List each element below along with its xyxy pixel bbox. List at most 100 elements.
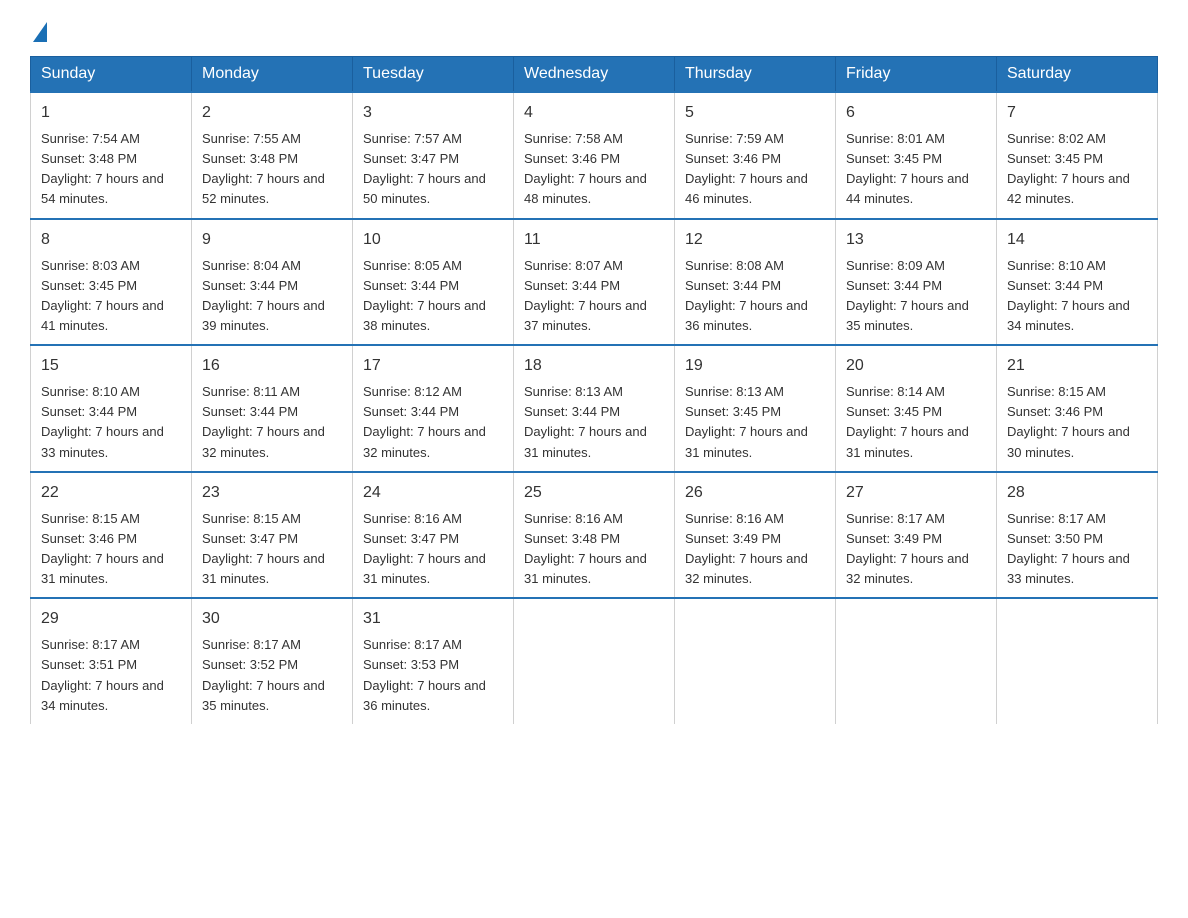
calendar-cell: 8 Sunrise: 8:03 AMSunset: 3:45 PMDayligh… xyxy=(31,219,192,346)
day-number: 15 xyxy=(41,354,181,378)
calendar-cell: 24 Sunrise: 8:16 AMSunset: 3:47 PMDaylig… xyxy=(353,472,514,599)
calendar-cell: 9 Sunrise: 8:04 AMSunset: 3:44 PMDayligh… xyxy=(192,219,353,346)
calendar-cell: 11 Sunrise: 8:07 AMSunset: 3:44 PMDaylig… xyxy=(514,219,675,346)
day-number: 16 xyxy=(202,354,342,378)
day-info: Sunrise: 8:14 AMSunset: 3:45 PMDaylight:… xyxy=(846,384,969,459)
day-number: 14 xyxy=(1007,228,1147,252)
calendar-cell: 22 Sunrise: 8:15 AMSunset: 3:46 PMDaylig… xyxy=(31,472,192,599)
calendar-cell: 7 Sunrise: 8:02 AMSunset: 3:45 PMDayligh… xyxy=(997,92,1158,219)
week-row-1: 1 Sunrise: 7:54 AMSunset: 3:48 PMDayligh… xyxy=(31,92,1158,219)
calendar-cell: 27 Sunrise: 8:17 AMSunset: 3:49 PMDaylig… xyxy=(836,472,997,599)
day-info: Sunrise: 7:54 AMSunset: 3:48 PMDaylight:… xyxy=(41,131,164,206)
header-sunday: Sunday xyxy=(31,57,192,93)
day-info: Sunrise: 7:58 AMSunset: 3:46 PMDaylight:… xyxy=(524,131,647,206)
day-info: Sunrise: 8:15 AMSunset: 3:46 PMDaylight:… xyxy=(1007,384,1130,459)
page-header xyxy=(30,20,1158,40)
day-number: 27 xyxy=(846,481,986,505)
header-wednesday: Wednesday xyxy=(514,57,675,93)
day-number: 19 xyxy=(685,354,825,378)
calendar-cell: 6 Sunrise: 8:01 AMSunset: 3:45 PMDayligh… xyxy=(836,92,997,219)
day-info: Sunrise: 8:16 AMSunset: 3:49 PMDaylight:… xyxy=(685,511,808,586)
calendar-cell: 26 Sunrise: 8:16 AMSunset: 3:49 PMDaylig… xyxy=(675,472,836,599)
header-tuesday: Tuesday xyxy=(353,57,514,93)
day-info: Sunrise: 8:15 AMSunset: 3:47 PMDaylight:… xyxy=(202,511,325,586)
day-info: Sunrise: 8:04 AMSunset: 3:44 PMDaylight:… xyxy=(202,258,325,333)
day-info: Sunrise: 8:15 AMSunset: 3:46 PMDaylight:… xyxy=(41,511,164,586)
day-info: Sunrise: 8:17 AMSunset: 3:51 PMDaylight:… xyxy=(41,637,164,712)
day-number: 13 xyxy=(846,228,986,252)
calendar-cell: 28 Sunrise: 8:17 AMSunset: 3:50 PMDaylig… xyxy=(997,472,1158,599)
day-info: Sunrise: 8:12 AMSunset: 3:44 PMDaylight:… xyxy=(363,384,486,459)
calendar-cell: 15 Sunrise: 8:10 AMSunset: 3:44 PMDaylig… xyxy=(31,345,192,472)
day-number: 20 xyxy=(846,354,986,378)
day-number: 4 xyxy=(524,101,664,125)
calendar-cell: 4 Sunrise: 7:58 AMSunset: 3:46 PMDayligh… xyxy=(514,92,675,219)
calendar-cell: 3 Sunrise: 7:57 AMSunset: 3:47 PMDayligh… xyxy=(353,92,514,219)
calendar-cell: 17 Sunrise: 8:12 AMSunset: 3:44 PMDaylig… xyxy=(353,345,514,472)
week-row-5: 29 Sunrise: 8:17 AMSunset: 3:51 PMDaylig… xyxy=(31,598,1158,724)
week-row-3: 15 Sunrise: 8:10 AMSunset: 3:44 PMDaylig… xyxy=(31,345,1158,472)
calendar-cell: 18 Sunrise: 8:13 AMSunset: 3:44 PMDaylig… xyxy=(514,345,675,472)
header-saturday: Saturday xyxy=(997,57,1158,93)
calendar-cell: 21 Sunrise: 8:15 AMSunset: 3:46 PMDaylig… xyxy=(997,345,1158,472)
calendar-cell xyxy=(997,598,1158,724)
day-info: Sunrise: 8:17 AMSunset: 3:53 PMDaylight:… xyxy=(363,637,486,712)
calendar-cell: 12 Sunrise: 8:08 AMSunset: 3:44 PMDaylig… xyxy=(675,219,836,346)
day-info: Sunrise: 8:07 AMSunset: 3:44 PMDaylight:… xyxy=(524,258,647,333)
day-info: Sunrise: 8:08 AMSunset: 3:44 PMDaylight:… xyxy=(685,258,808,333)
day-info: Sunrise: 8:02 AMSunset: 3:45 PMDaylight:… xyxy=(1007,131,1130,206)
calendar-cell: 31 Sunrise: 8:17 AMSunset: 3:53 PMDaylig… xyxy=(353,598,514,724)
calendar-cell: 20 Sunrise: 8:14 AMSunset: 3:45 PMDaylig… xyxy=(836,345,997,472)
header-monday: Monday xyxy=(192,57,353,93)
day-info: Sunrise: 8:17 AMSunset: 3:52 PMDaylight:… xyxy=(202,637,325,712)
day-info: Sunrise: 8:05 AMSunset: 3:44 PMDaylight:… xyxy=(363,258,486,333)
day-number: 10 xyxy=(363,228,503,252)
day-number: 18 xyxy=(524,354,664,378)
calendar-cell: 30 Sunrise: 8:17 AMSunset: 3:52 PMDaylig… xyxy=(192,598,353,724)
day-number: 26 xyxy=(685,481,825,505)
calendar-cell: 1 Sunrise: 7:54 AMSunset: 3:48 PMDayligh… xyxy=(31,92,192,219)
calendar-cell xyxy=(514,598,675,724)
day-info: Sunrise: 7:55 AMSunset: 3:48 PMDaylight:… xyxy=(202,131,325,206)
day-number: 11 xyxy=(524,228,664,252)
day-info: Sunrise: 8:09 AMSunset: 3:44 PMDaylight:… xyxy=(846,258,969,333)
day-info: Sunrise: 7:59 AMSunset: 3:46 PMDaylight:… xyxy=(685,131,808,206)
calendar-header-row: SundayMondayTuesdayWednesdayThursdayFrid… xyxy=(31,57,1158,93)
calendar-cell: 16 Sunrise: 8:11 AMSunset: 3:44 PMDaylig… xyxy=(192,345,353,472)
day-number: 22 xyxy=(41,481,181,505)
day-number: 28 xyxy=(1007,481,1147,505)
calendar-cell xyxy=(836,598,997,724)
day-number: 6 xyxy=(846,101,986,125)
day-info: Sunrise: 8:13 AMSunset: 3:44 PMDaylight:… xyxy=(524,384,647,459)
calendar-cell: 14 Sunrise: 8:10 AMSunset: 3:44 PMDaylig… xyxy=(997,219,1158,346)
day-number: 31 xyxy=(363,607,503,631)
header-friday: Friday xyxy=(836,57,997,93)
calendar-cell xyxy=(675,598,836,724)
day-number: 23 xyxy=(202,481,342,505)
calendar-cell: 10 Sunrise: 8:05 AMSunset: 3:44 PMDaylig… xyxy=(353,219,514,346)
day-info: Sunrise: 8:13 AMSunset: 3:45 PMDaylight:… xyxy=(685,384,808,459)
week-row-2: 8 Sunrise: 8:03 AMSunset: 3:45 PMDayligh… xyxy=(31,219,1158,346)
day-info: Sunrise: 8:11 AMSunset: 3:44 PMDaylight:… xyxy=(202,384,325,459)
day-info: Sunrise: 8:01 AMSunset: 3:45 PMDaylight:… xyxy=(846,131,969,206)
day-number: 8 xyxy=(41,228,181,252)
day-info: Sunrise: 8:17 AMSunset: 3:50 PMDaylight:… xyxy=(1007,511,1130,586)
day-number: 5 xyxy=(685,101,825,125)
day-info: Sunrise: 8:17 AMSunset: 3:49 PMDaylight:… xyxy=(846,511,969,586)
day-number: 7 xyxy=(1007,101,1147,125)
calendar-cell: 13 Sunrise: 8:09 AMSunset: 3:44 PMDaylig… xyxy=(836,219,997,346)
day-number: 30 xyxy=(202,607,342,631)
day-number: 12 xyxy=(685,228,825,252)
day-number: 1 xyxy=(41,101,181,125)
logo-triangle-icon xyxy=(33,22,47,42)
day-number: 9 xyxy=(202,228,342,252)
day-info: Sunrise: 8:10 AMSunset: 3:44 PMDaylight:… xyxy=(1007,258,1130,333)
calendar-cell: 23 Sunrise: 8:15 AMSunset: 3:47 PMDaylig… xyxy=(192,472,353,599)
day-number: 3 xyxy=(363,101,503,125)
day-info: Sunrise: 8:10 AMSunset: 3:44 PMDaylight:… xyxy=(41,384,164,459)
day-number: 17 xyxy=(363,354,503,378)
calendar-cell: 25 Sunrise: 8:16 AMSunset: 3:48 PMDaylig… xyxy=(514,472,675,599)
day-number: 21 xyxy=(1007,354,1147,378)
day-number: 2 xyxy=(202,101,342,125)
day-number: 29 xyxy=(41,607,181,631)
